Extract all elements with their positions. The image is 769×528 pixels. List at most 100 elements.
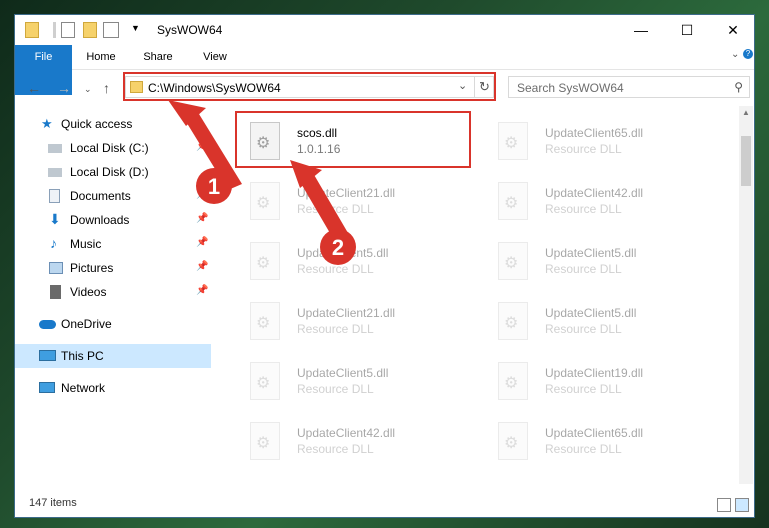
forward-icon[interactable]: → xyxy=(57,80,71,96)
cloud-icon xyxy=(39,320,56,329)
search-box[interactable]: Search SysWOW64 ⚲ xyxy=(508,76,750,98)
ribbon-expand-icon[interactable]: ⌄ xyxy=(731,49,739,60)
pin-icon[interactable]: 📌 xyxy=(196,285,208,296)
dll-file-icon xyxy=(498,242,528,280)
file-item[interactable]: UpdateClient5.dll Resource DLL xyxy=(486,298,716,348)
sidebar-item-label: Quick access xyxy=(61,117,133,131)
folder-icon[interactable] xyxy=(25,22,39,38)
sidebar-item-label: Documents xyxy=(70,189,131,203)
pin-icon[interactable]: 📌 xyxy=(196,141,208,152)
sidebar-item-local-disk-c[interactable]: Local Disk (C:) 📌 xyxy=(15,136,211,160)
file-description: Resource DLL xyxy=(297,442,374,456)
file-description: Resource DLL xyxy=(545,382,622,396)
star-icon: ★ xyxy=(41,116,53,131)
file-item[interactable]: UpdateClient19.dll Resource DLL xyxy=(486,358,716,408)
file-item[interactable]: UpdateClient5.dll Resource DLL xyxy=(486,238,716,288)
file-item[interactable]: UpdateClient5.dll Resource DLL xyxy=(238,358,468,408)
navigation-pane: ★ Quick access Local Disk (C:) 📌 Local D… xyxy=(15,106,211,484)
divider xyxy=(53,22,56,38)
file-description: Resource DLL xyxy=(545,142,622,156)
tab-home[interactable]: Home xyxy=(78,45,124,69)
tab-view[interactable]: View xyxy=(192,45,238,69)
sidebar-item-label: Local Disk (C:) xyxy=(70,141,149,155)
file-name: UpdateClient5.dll xyxy=(297,366,389,380)
sidebar-item-onedrive[interactable]: OneDrive xyxy=(15,312,211,336)
dll-file-icon xyxy=(498,422,528,460)
file-item[interactable]: UpdateClient42.dll Resource DLL xyxy=(486,178,716,228)
sidebar-item-label: Local Disk (D:) xyxy=(70,165,149,179)
window-title: SysWOW64 xyxy=(157,23,223,37)
new-folder-icon[interactable] xyxy=(83,22,97,38)
file-description: Resource DLL xyxy=(297,382,374,396)
sidebar-item-label: Downloads xyxy=(70,213,130,227)
dll-file-icon xyxy=(250,242,280,280)
chevron-down-icon[interactable]: ▼ xyxy=(131,23,140,39)
recent-chevron-icon[interactable]: ⌄ xyxy=(84,84,92,95)
dll-file-icon xyxy=(498,182,528,220)
maximize-button[interactable]: ☐ xyxy=(664,15,710,45)
sidebar-item-label: Videos xyxy=(70,285,107,299)
dll-file-icon xyxy=(498,302,528,340)
document-icon xyxy=(49,189,60,203)
ribbon-tabs: File Home Share View ⌄ ? xyxy=(15,45,754,95)
file-description: Resource DLL xyxy=(297,322,374,336)
search-input[interactable]: Search SysWOW64 xyxy=(517,81,624,95)
sidebar-item-label: OneDrive xyxy=(61,317,112,331)
pin-icon[interactable]: 📌 xyxy=(196,237,208,248)
file-item[interactable]: UpdateClient42.dll Resource DLL xyxy=(238,418,468,468)
close-button[interactable]: ✕ xyxy=(710,15,756,45)
scrollbar-thumb[interactable] xyxy=(741,136,751,186)
file-item[interactable]: UpdateClient21.dll Resource DLL xyxy=(238,178,468,228)
file-item[interactable]: UpdateClient5.dll Resource DLL xyxy=(238,238,468,288)
dll-file-icon xyxy=(250,362,280,400)
item-count: 147 items xyxy=(29,497,77,509)
search-icon[interactable]: ⚲ xyxy=(734,80,743,94)
sidebar-item-network[interactable]: Network xyxy=(15,376,211,400)
file-description: Resource DLL xyxy=(545,262,622,276)
address-highlight-box xyxy=(123,72,496,101)
details-view-icon[interactable] xyxy=(717,498,731,512)
sidebar-item-local-disk-d[interactable]: Local Disk (D:) xyxy=(15,160,211,184)
scroll-up-icon[interactable]: ▲ xyxy=(742,108,750,117)
file-item[interactable]: UpdateClient65.dll Resource DLL xyxy=(486,118,716,168)
download-icon: ⬇ xyxy=(49,211,61,227)
customize-icon[interactable] xyxy=(103,22,119,38)
network-icon xyxy=(39,382,55,393)
file-name: UpdateClient21.dll xyxy=(297,186,396,200)
tab-share[interactable]: Share xyxy=(135,45,181,69)
sidebar-item-quick-access[interactable]: ★ Quick access xyxy=(15,112,211,136)
pictures-icon xyxy=(49,262,63,274)
sidebar-item-this-pc[interactable]: This PC xyxy=(15,344,211,368)
sidebar-item-downloads[interactable]: ⬇ Downloads 📌 xyxy=(15,208,211,232)
file-description: Resource DLL xyxy=(545,202,622,216)
pin-icon[interactable]: 📌 xyxy=(196,261,208,272)
file-item[interactable]: UpdateClient65.dll Resource DLL xyxy=(486,418,716,468)
pin-icon[interactable]: 📌 xyxy=(196,213,208,224)
file-description: Resource DLL xyxy=(297,202,374,216)
file-name: UpdateClient5.dll xyxy=(545,306,637,320)
up-icon[interactable]: ↑ xyxy=(103,80,110,96)
file-item[interactable]: UpdateClient21.dll Resource DLL xyxy=(238,298,468,348)
file-highlight-box xyxy=(235,111,471,168)
help-icon[interactable]: ? xyxy=(743,49,753,59)
file-name: UpdateClient19.dll xyxy=(545,366,644,380)
sidebar-item-videos[interactable]: Videos 📌 xyxy=(15,280,211,304)
dll-file-icon xyxy=(250,182,280,220)
minimize-button[interactable]: — xyxy=(618,15,664,45)
file-name: UpdateClient42.dll xyxy=(545,186,644,200)
dll-file-icon xyxy=(250,422,280,460)
sidebar-item-documents[interactable]: Documents 📌 xyxy=(15,184,211,208)
large-icons-view-icon[interactable] xyxy=(735,498,749,512)
properties-icon[interactable] xyxy=(61,22,75,38)
music-icon: ♪ xyxy=(50,235,57,251)
sidebar-item-label: Pictures xyxy=(70,261,114,275)
vertical-scrollbar[interactable]: ▲ xyxy=(739,106,753,484)
pin-icon[interactable]: 📌 xyxy=(196,189,208,200)
file-name: UpdateClient5.dll xyxy=(297,246,389,260)
sidebar-item-label: This PC xyxy=(61,349,104,363)
back-icon[interactable]: ← xyxy=(27,80,41,96)
sidebar-item-label: Network xyxy=(61,381,106,395)
file-description: Resource DLL xyxy=(545,442,622,456)
sidebar-item-pictures[interactable]: Pictures 📌 xyxy=(15,256,211,280)
sidebar-item-music[interactable]: ♪ Music 📌 xyxy=(15,232,211,256)
